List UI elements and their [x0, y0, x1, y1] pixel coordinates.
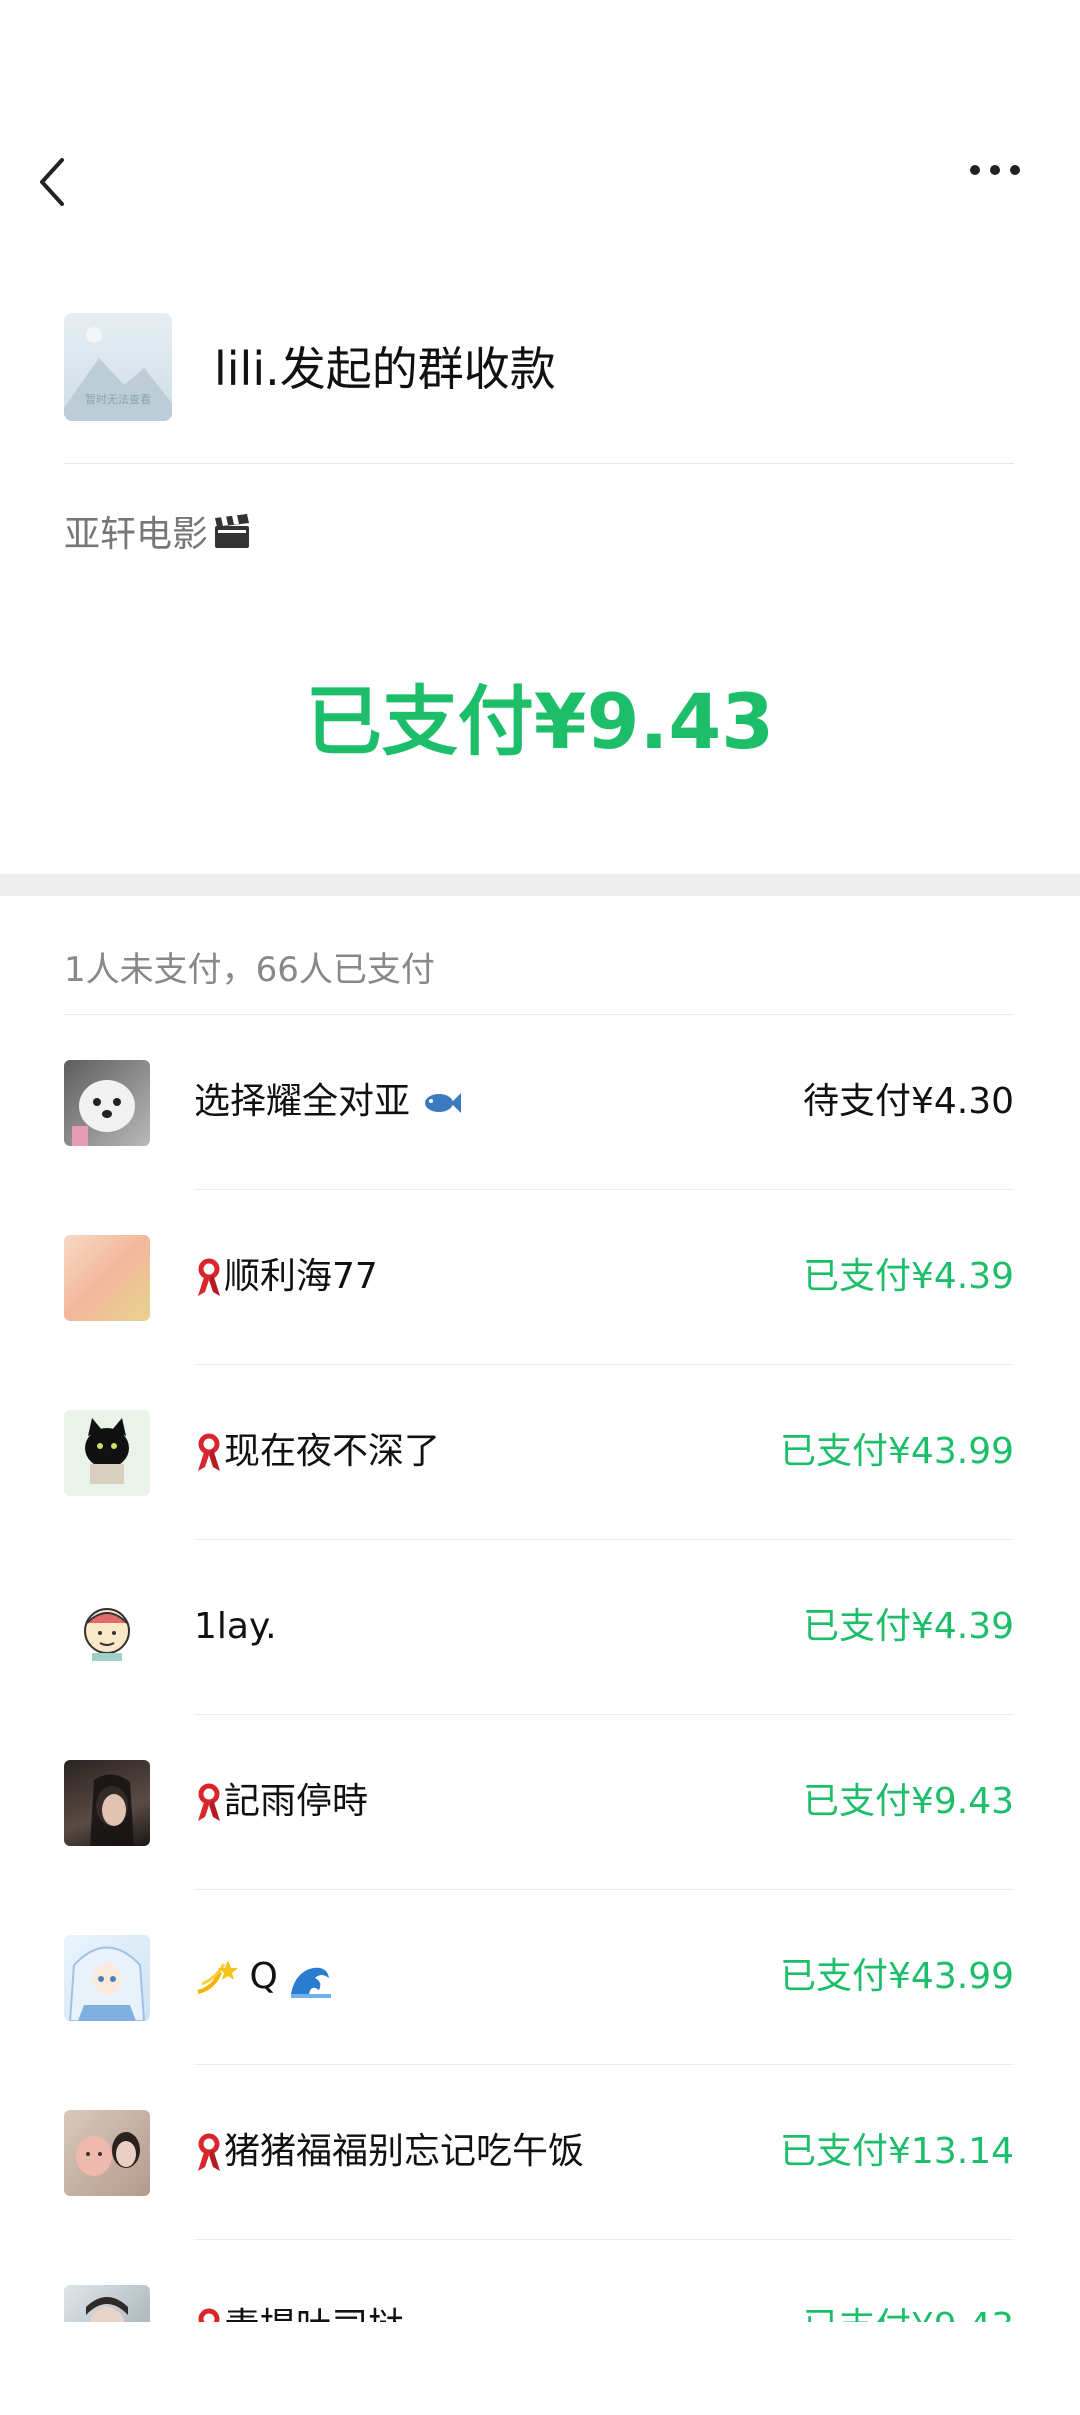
avatar	[64, 1585, 150, 1671]
section-divider	[0, 874, 1080, 896]
red-ribbon-icon	[198, 2133, 220, 2171]
member-name: 选择耀全对亚	[194, 1077, 462, 1127]
divider	[64, 463, 1014, 464]
payment-status: 已支付¥43.99	[780, 1956, 1014, 1997]
bottom-mask	[0, 2322, 1080, 2373]
ellipsis-icon	[970, 165, 1020, 175]
member-name: 猪猪福福别忘记吃午饭	[194, 2127, 584, 2177]
member-row[interactable]: 猪猪福福别忘记吃午饭 已支付¥13.14	[0, 2065, 1080, 2240]
dizzy-emoji-icon	[197, 1960, 238, 1994]
member-name: 顺利海77	[194, 1252, 378, 1302]
red-ribbon-icon	[198, 1258, 220, 1296]
member-row[interactable]: Q 已支付¥43.99	[0, 1890, 1080, 2065]
member-row[interactable]: 选择耀全对亚 待支付¥4.30	[0, 1015, 1080, 1190]
avatar	[64, 1235, 150, 1321]
more-button[interactable]	[965, 160, 1045, 210]
member-row[interactable]: 顺利海77 已支付¥4.39	[0, 1190, 1080, 1365]
avatar	[64, 1935, 150, 2021]
payment-status: 已支付¥9.43	[802, 1781, 1014, 1822]
member-row[interactable]: 现在夜不深了 已支付¥43.99	[0, 1365, 1080, 1540]
paid-amount-banner: 已支付¥9.43	[305, 677, 775, 766]
payment-summary: 1人未支付，66人已支付	[64, 950, 435, 990]
group-avatar: 暂时无法查看	[64, 313, 172, 421]
payment-status: 已支付¥13.14	[780, 2131, 1014, 2172]
payment-status: 已支付¥4.39	[802, 1606, 1014, 1647]
payment-status: 已支付¥43.99	[780, 1431, 1014, 1472]
top-bar	[0, 0, 1080, 250]
member-name: Q	[194, 1952, 333, 2002]
avatar	[64, 1060, 150, 1146]
wave-emoji-icon	[291, 1967, 332, 1998]
collection-note: 亚轩电影	[64, 505, 252, 561]
member-name: 記雨停時	[194, 1777, 368, 1827]
collection-header: 暂时无法查看 lili.发起的群收款	[64, 313, 1014, 463]
red-ribbon-icon	[198, 1433, 220, 1471]
member-row[interactable]: 1lay. 已支付¥4.39	[0, 1540, 1080, 1715]
member-name: 现在夜不深了	[194, 1427, 440, 1477]
avatar	[64, 2110, 150, 2196]
avatar	[64, 1410, 150, 1496]
payment-status: 待支付¥4.30	[802, 1081, 1014, 1122]
avatar-caption: 暂时无法查看	[85, 393, 151, 406]
avatar	[64, 1760, 150, 1846]
back-button[interactable]	[32, 152, 92, 222]
red-ribbon-icon	[198, 1783, 220, 1821]
member-row[interactable]: 記雨停時 已支付¥9.43	[0, 1715, 1080, 1890]
payment-status: 已支付¥4.39	[802, 1256, 1014, 1297]
note-text: 亚轩电影	[64, 514, 209, 555]
fish-emoji-icon	[425, 1093, 462, 1113]
chevron-left-icon	[40, 158, 64, 206]
clapperboard-icon	[212, 512, 252, 561]
page-title: lili.发起的群收款	[214, 342, 556, 396]
member-name: 1lay.	[194, 1606, 277, 1647]
